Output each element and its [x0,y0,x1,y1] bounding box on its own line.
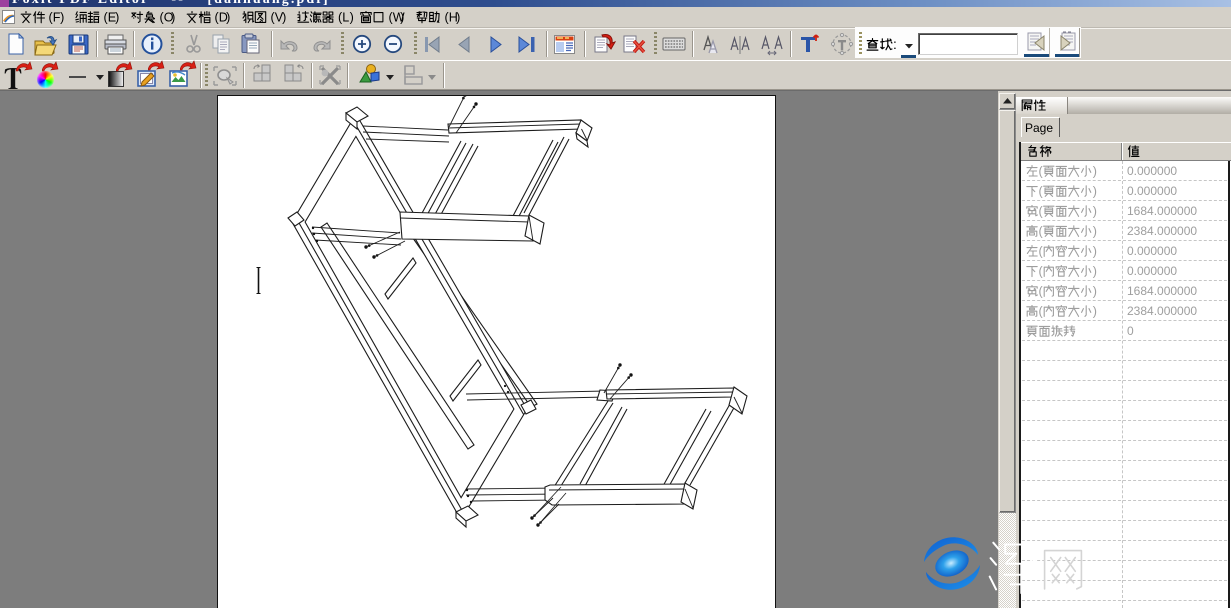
svg-text::: : [893,38,897,52]
svg-text:(: ( [1039,265,1044,278]
svg-text:(: ( [1039,305,1044,318]
svg-text:): ) [1093,285,1097,298]
svg-text:(: ( [1039,165,1044,178]
svg-text:): ) [1093,165,1097,178]
svg-text:): ) [226,11,230,24]
svg-text:): ) [171,11,175,24]
svg-text:(: ( [1039,185,1044,198]
svg-text:(: ( [1039,245,1044,258]
svg-text:): ) [1093,185,1097,198]
svg-text:): ) [1093,225,1097,238]
svg-text:): ) [350,11,354,24]
svg-text:): ) [115,11,119,24]
svg-text:): ) [1093,265,1097,278]
svg-text:): ) [1093,305,1097,318]
svg-text:L: L [342,11,349,24]
svg-text:(: ( [1039,225,1044,238]
svg-text:(: ( [1039,205,1044,218]
svg-text:): ) [400,11,404,24]
svg-text:): ) [60,11,64,24]
svg-text:): ) [1093,205,1097,218]
svg-text:(: ( [1039,285,1044,298]
svg-text:): ) [282,11,286,24]
svg-text:): ) [456,11,460,24]
svg-text:): ) [1093,245,1097,258]
